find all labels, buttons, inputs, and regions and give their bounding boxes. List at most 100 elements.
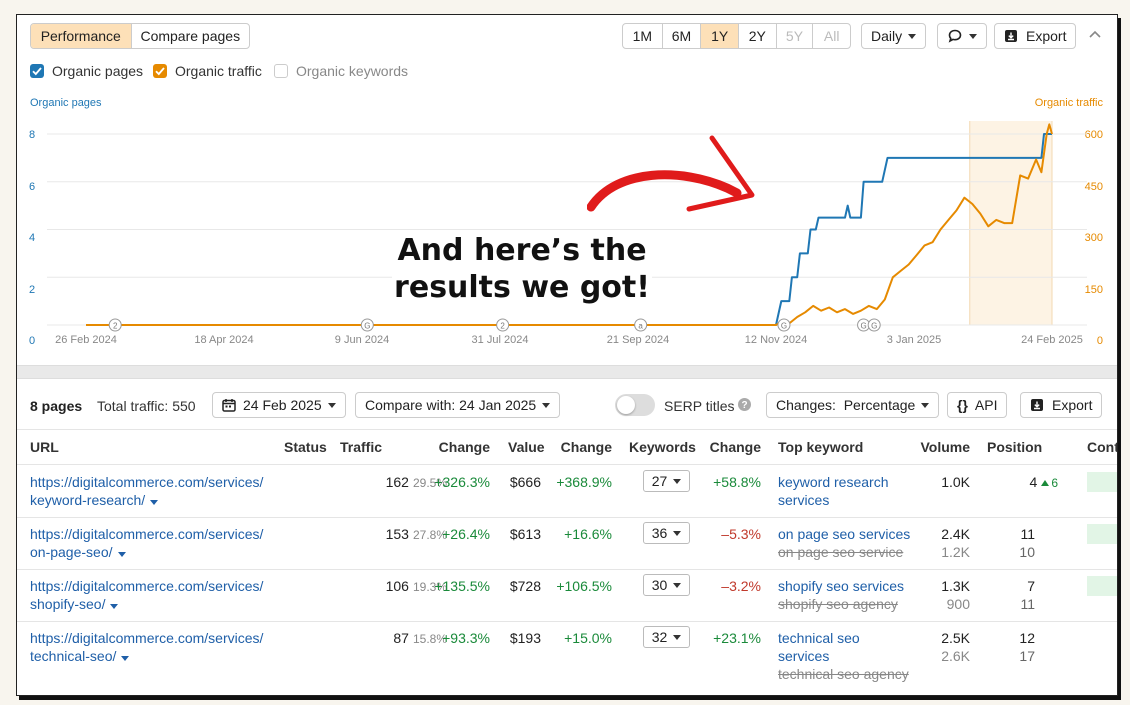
- col-top-keyword[interactable]: Top keyword: [778, 439, 863, 455]
- results-caption: And here’s the results we got!: [392, 230, 652, 308]
- volume: 2.4K: [941, 526, 970, 542]
- traffic-change: +326.3%: [434, 474, 490, 490]
- value: $666: [509, 474, 541, 490]
- position-secondary: 10: [1019, 544, 1035, 560]
- position: 11: [1020, 526, 1035, 542]
- col-keywords-change[interactable]: Change: [710, 439, 761, 455]
- table-export-button[interactable]: Export: [1020, 392, 1103, 418]
- date-picker-label: 24 Feb 2025: [243, 397, 322, 413]
- total-traffic: Total traffic: 550: [97, 398, 196, 414]
- keywords-change: –5.3%: [721, 526, 761, 542]
- date-picker[interactable]: 24 Feb 2025: [212, 392, 346, 418]
- annotation-marker-label: 2: [500, 322, 505, 331]
- red-arrow-icon: [587, 135, 755, 212]
- api-label: API: [974, 397, 998, 413]
- value-change: +16.6%: [564, 526, 612, 542]
- col-url[interactable]: URL: [30, 439, 59, 455]
- chevron-down-icon: [121, 656, 130, 661]
- page-url-link[interactable]: https://digitalcommerce.com/services/key…: [30, 473, 263, 509]
- value-change: +368.9%: [556, 474, 612, 490]
- pages-count: 8 pages: [30, 398, 83, 414]
- row-border: [17, 517, 1117, 518]
- section-divider: [17, 365, 1117, 379]
- content-bar: [1087, 472, 1117, 492]
- traffic-change: +26.4%: [442, 526, 490, 542]
- annotation-marker-label: G: [364, 322, 370, 331]
- compare-date-label: Compare with: 24 Jan 2025: [365, 397, 537, 413]
- page-url-link[interactable]: https://digitalcommerce.com/services/tec…: [30, 629, 263, 665]
- col-content[interactable]: Cont: [1087, 439, 1117, 455]
- value: $193: [509, 630, 541, 646]
- chevron-down-icon: [673, 582, 682, 588]
- secondary-keyword: on page seo service: [778, 544, 904, 560]
- braces-icon: {}: [957, 397, 968, 413]
- top-keyword-link[interactable]: shopify seo services: [778, 577, 904, 595]
- traffic-value: 153 27.8%: [385, 526, 447, 542]
- toggle-knob: [617, 396, 635, 414]
- calendar-icon: [222, 399, 236, 412]
- chevron-down-icon: [117, 552, 126, 557]
- performance-chart: 2G2aGGG: [47, 121, 1087, 332]
- caption-line-2: results we got!: [394, 270, 650, 305]
- serp-titles-label: SERP titles: [664, 398, 735, 414]
- top-keyword-link[interactable]: on page seo services: [778, 525, 910, 543]
- keywords-dropdown[interactable]: 32: [643, 626, 690, 648]
- annotation-marker-label: 2: [113, 322, 118, 331]
- changes-label: Changes: Percentage: [776, 397, 916, 413]
- col-value-change[interactable]: Change: [561, 439, 612, 455]
- chevron-down-icon: [542, 402, 551, 408]
- volume: 1.3K: [941, 578, 970, 594]
- annotation-marker-label: G: [781, 322, 787, 331]
- keywords-dropdown[interactable]: 30: [643, 574, 690, 596]
- volume: 2.5K: [941, 630, 970, 646]
- col-position[interactable]: Position: [987, 439, 1042, 455]
- col-traffic[interactable]: Traffic: [340, 439, 382, 455]
- caption-line-1: And here’s the: [397, 233, 647, 268]
- table-top-border: [17, 429, 1117, 430]
- chevron-down-icon: [673, 530, 682, 536]
- top-keyword-link[interactable]: keyword research services: [778, 473, 898, 509]
- top-keyword-link[interactable]: technical seo services: [778, 629, 898, 665]
- serp-titles-toggle[interactable]: [615, 394, 655, 416]
- keywords-change: +58.8%: [713, 474, 761, 490]
- col-traffic-change[interactable]: Change: [439, 439, 490, 455]
- keywords-dropdown[interactable]: 27: [643, 470, 690, 492]
- row-border: [17, 621, 1117, 622]
- value: $613: [509, 526, 541, 542]
- value: $728: [509, 578, 541, 594]
- volume-secondary: 1.2K: [941, 544, 970, 560]
- volume: 1.0K: [941, 474, 970, 490]
- help-icon[interactable]: ?: [738, 398, 751, 411]
- traffic-change: +93.3%: [442, 630, 490, 646]
- position: 12: [1019, 630, 1035, 646]
- position-secondary: 17: [1019, 648, 1035, 664]
- arrow-up-icon: [1041, 480, 1050, 486]
- volume-secondary: 900: [946, 596, 970, 612]
- chevron-down-icon: [150, 500, 159, 505]
- content-bar: [1087, 524, 1117, 544]
- chevron-down-icon: [673, 478, 682, 484]
- col-value[interactable]: Value: [508, 439, 545, 455]
- chevron-down-icon: [673, 634, 682, 640]
- annotation-marker-label: a: [638, 322, 643, 331]
- page-url-link[interactable]: https://digitalcommerce.com/services/on-…: [30, 525, 263, 561]
- content-bar: [1087, 576, 1117, 596]
- page-url-link[interactable]: https://digitalcommerce.com/services/sho…: [30, 577, 263, 613]
- keywords-dropdown[interactable]: 36: [643, 522, 690, 544]
- keywords-change: +23.1%: [713, 630, 761, 646]
- download-icon: [1031, 399, 1043, 411]
- position: 7: [1027, 578, 1035, 594]
- api-button[interactable]: {} API: [947, 392, 1008, 418]
- value-change: +106.5%: [556, 578, 612, 594]
- screenshot-frame: Performance Compare pages 1M 6M 1Y 2Y 5Y…: [16, 14, 1118, 696]
- col-status[interactable]: Status: [284, 439, 327, 455]
- compare-date-dropdown[interactable]: Compare with: 24 Jan 2025: [355, 392, 561, 418]
- chevron-down-icon: [110, 604, 119, 609]
- annotation-marker-label: G: [871, 322, 877, 331]
- secondary-keyword: technical seo agency: [778, 666, 909, 682]
- row-border: [17, 569, 1117, 570]
- chevron-down-icon: [327, 402, 336, 408]
- col-keywords[interactable]: Keywords: [629, 439, 696, 455]
- col-volume[interactable]: Volume: [920, 439, 970, 455]
- changes-dropdown[interactable]: Changes: Percentage: [766, 392, 940, 418]
